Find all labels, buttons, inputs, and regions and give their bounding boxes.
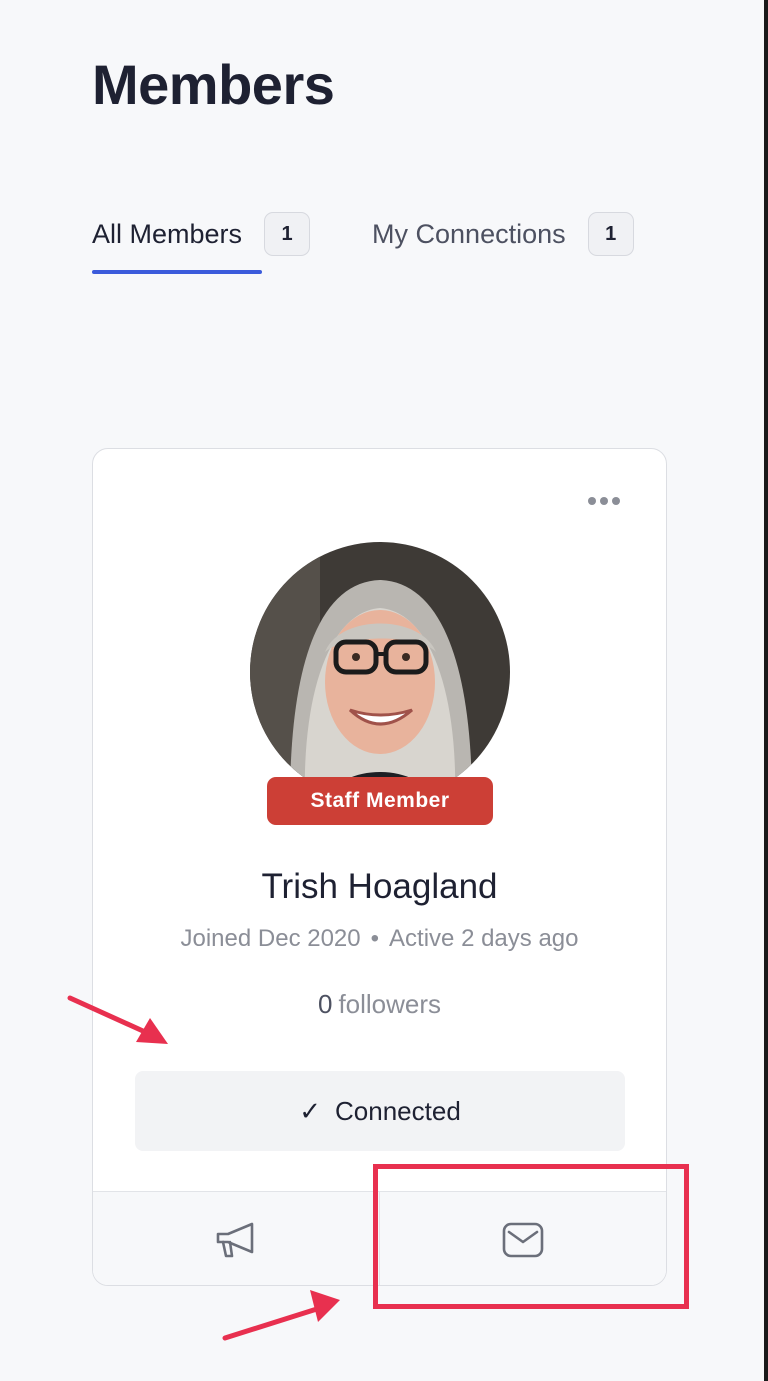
- member-name[interactable]: Trish Hoagland: [93, 867, 666, 907]
- page-title: Members: [92, 53, 335, 116]
- member-card: Staff Member Trish Hoagland Joined Dec 2…: [92, 448, 667, 1286]
- last-active: Active 2 days ago: [389, 925, 579, 952]
- follow-button[interactable]: [93, 1192, 379, 1285]
- check-icon: ✓: [299, 1095, 322, 1126]
- followers-number: 0: [317, 989, 333, 1019]
- staff-member-badge: Staff Member: [267, 777, 493, 825]
- window-edge: [764, 0, 768, 1381]
- annotation-highlight-box: [373, 1164, 689, 1309]
- tab-label: My Connections: [372, 218, 566, 249]
- tab-count-badge: 1: [264, 212, 311, 256]
- annotation-arrow-icon: [222, 1290, 340, 1341]
- followers-count: 0 followers: [93, 989, 666, 1020]
- connected-button[interactable]: ✓ Connected: [135, 1071, 625, 1151]
- tab-all-members[interactable]: All Members 1: [92, 212, 311, 274]
- tab-label: All Members: [92, 218, 243, 249]
- followers-label: followers: [338, 989, 442, 1019]
- avatar[interactable]: [250, 542, 510, 802]
- active-tab-indicator: [92, 270, 262, 274]
- joined-date: Joined Dec 2020: [180, 925, 361, 952]
- connected-label: Connected: [335, 1095, 461, 1126]
- megaphone-icon: [216, 1222, 254, 1257]
- more-options-icon[interactable]: [588, 497, 620, 505]
- tab-my-connections[interactable]: My Connections 1: [372, 212, 634, 256]
- meta-separator: •: [370, 925, 380, 952]
- tab-count-badge: 1: [587, 212, 634, 256]
- annotation-arrow-icon: [67, 995, 168, 1044]
- member-meta: Joined Dec 2020 • Active 2 days ago: [93, 925, 666, 953]
- member-tabs: All Members 1 My Connections 1: [92, 212, 634, 274]
